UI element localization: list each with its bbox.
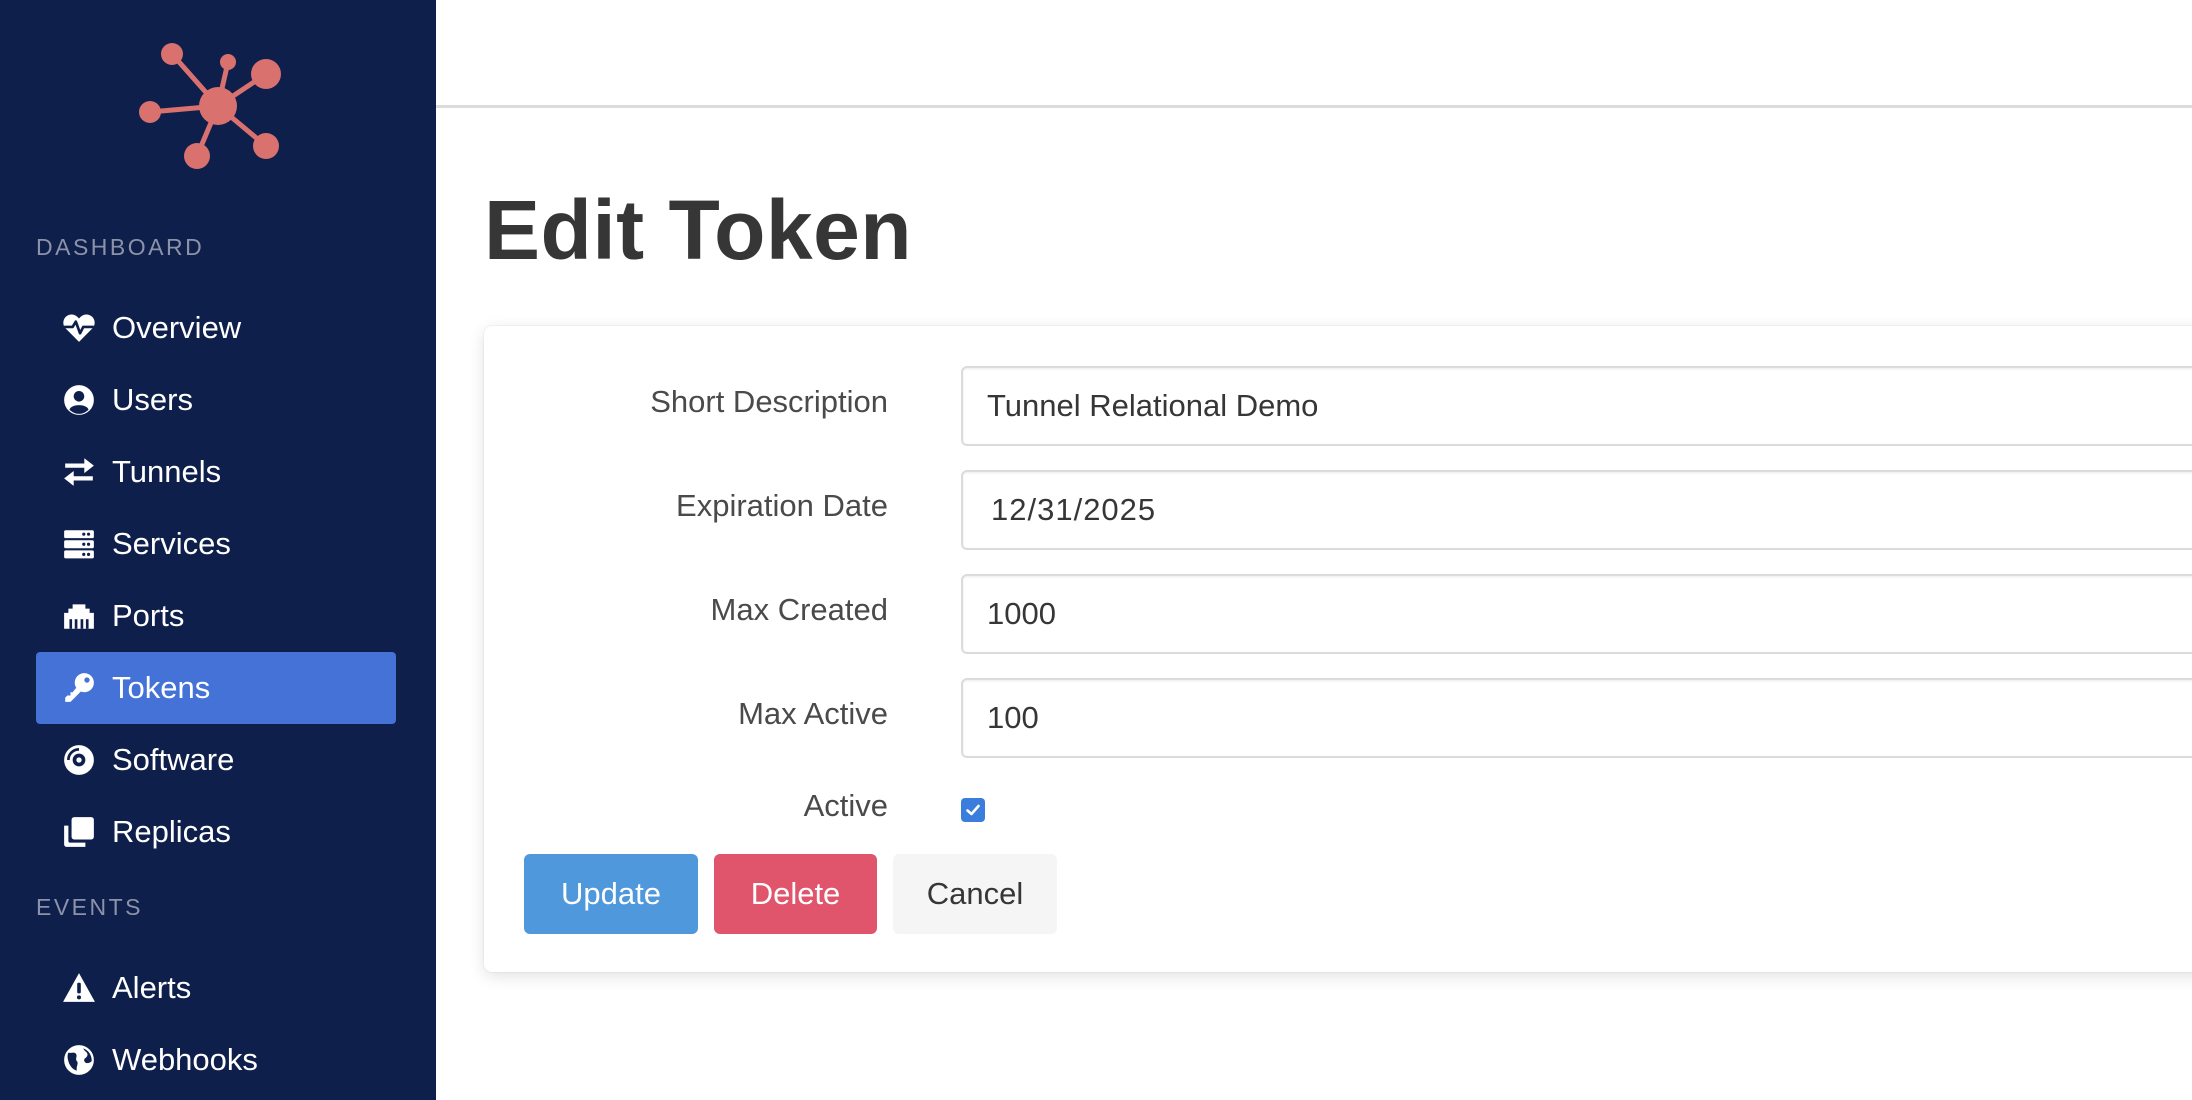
top-navbar <box>436 0 2192 108</box>
update-button[interactable]: Update <box>524 854 698 934</box>
warning-triangle-icon <box>62 971 96 1005</box>
logo-icon[interactable] <box>130 34 290 174</box>
short-description-input[interactable] <box>961 366 2192 446</box>
max-created-label: Max Created <box>710 592 888 627</box>
max-active-label: Max Active <box>738 696 888 731</box>
user-circle-icon <box>62 383 96 417</box>
active-label: Active <box>803 788 888 823</box>
sidebar-item-webhooks[interactable]: Webhooks <box>36 1024 396 1096</box>
active-checkbox[interactable] <box>961 798 985 822</box>
sidebar-item-label: Tokens <box>112 670 211 705</box>
expiration-date-label: Expiration Date <box>676 488 888 523</box>
heartbeat-icon <box>62 311 96 345</box>
sidebar-item-label: Webhooks <box>112 1042 258 1077</box>
sidebar-item-tunnels[interactable]: Tunnels <box>36 436 396 508</box>
expiration-date-input[interactable] <box>961 470 2192 550</box>
server-icon <box>62 527 96 561</box>
checkmark-icon <box>966 804 980 816</box>
sidebar-item-ports[interactable]: Ports <box>36 580 396 652</box>
sidebar-item-users[interactable]: Users <box>36 364 396 436</box>
sidebar-item-label: Overview <box>112 310 242 345</box>
menu-label-dashboard: DASHBOARD <box>36 234 205 260</box>
compact-disc-icon <box>62 743 96 777</box>
sidebar-item-overview[interactable]: Overview <box>36 292 396 364</box>
exchange-arrows-icon <box>62 455 96 489</box>
sidebar-item-label: Software <box>112 742 235 777</box>
sidebar-item-software[interactable]: Software <box>36 724 396 796</box>
globe-icon <box>62 1043 96 1077</box>
sidebar-item-replicas[interactable]: Replicas <box>36 796 396 868</box>
menu-label-events: EVENTS <box>36 894 144 920</box>
sidebar-item-services[interactable]: Services <box>36 508 396 580</box>
sidebar-item-label: Replicas <box>112 814 231 849</box>
sidebar-item-label: Services <box>112 526 231 561</box>
sidebar-item-tokens[interactable]: Tokens <box>36 652 396 724</box>
sidebar-item-alerts[interactable]: Alerts <box>36 952 396 1024</box>
clone-icon <box>62 815 96 849</box>
sidebar-item-label: Ports <box>112 598 185 633</box>
sidebar-item-label: Alerts <box>112 970 192 1005</box>
max-active-input[interactable] <box>961 678 2192 758</box>
delete-button[interactable]: Delete <box>714 854 877 934</box>
max-created-input[interactable] <box>961 574 2192 654</box>
short-description-label: Short Description <box>650 384 888 419</box>
ethernet-icon <box>62 599 96 633</box>
sidebar-item-label: Users <box>112 382 193 417</box>
cancel-button[interactable]: Cancel <box>893 854 1057 934</box>
page-title: Edit Token <box>484 183 913 277</box>
key-icon <box>62 671 96 705</box>
sidebar-item-label: Tunnels <box>112 454 222 489</box>
sidebar: DASHBOARD Overview Users Tunnels Service… <box>0 0 436 1100</box>
